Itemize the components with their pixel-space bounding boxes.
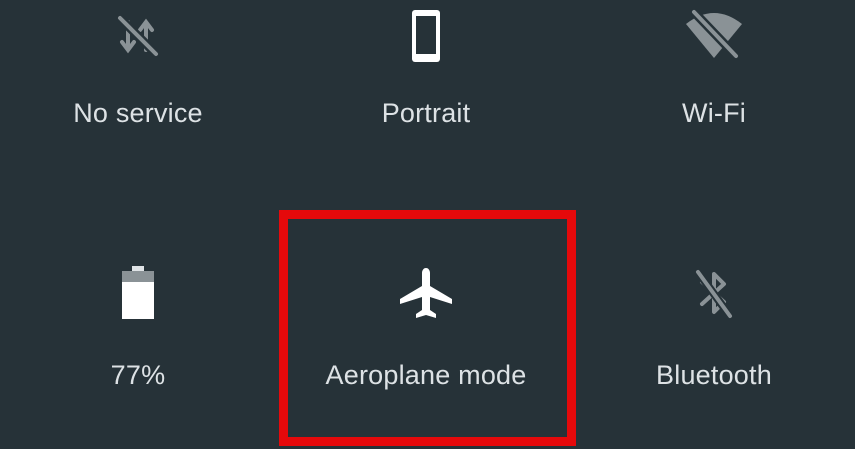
tile-label-bluetooth: Bluetooth [656,360,772,390]
tile-portrait[interactable]: Portrait [306,0,546,128]
airplane-icon [394,262,458,326]
tile-no-service[interactable]: No service [18,0,258,128]
tile-aeroplane-mode[interactable]: Aeroplane mode [306,262,546,390]
battery-icon [106,262,170,326]
no-signal-icon [106,4,170,68]
tile-wifi[interactable]: Wi-Fi [594,0,834,128]
tile-bluetooth[interactable]: Bluetooth [594,262,834,390]
tile-label-battery: 77% [110,360,166,390]
wifi-off-icon [682,4,746,68]
tile-label-portrait: Portrait [381,98,471,128]
tile-label-aeroplane-mode: Aeroplane mode [325,360,527,390]
tile-battery[interactable]: 77% [18,262,258,390]
quick-settings-panel: No service Portrait Wi-Fi 77% Aeroplane … [0,0,855,449]
tile-label-wifi: Wi-Fi [682,98,746,128]
bluetooth-off-icon [682,262,746,326]
tile-label-no-service: No service [73,98,203,128]
phone-portrait-icon [394,4,458,68]
